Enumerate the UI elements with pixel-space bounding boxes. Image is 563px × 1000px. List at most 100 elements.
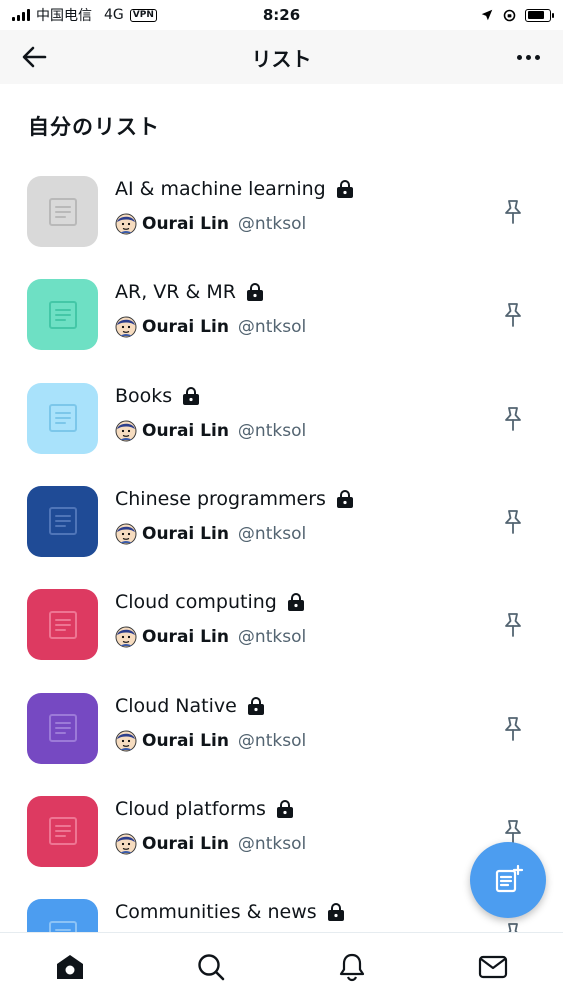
list-document-icon <box>48 300 77 329</box>
vpn-badge: VPN <box>129 8 157 22</box>
owner-handle: @ntksol <box>237 317 307 338</box>
list-document-icon <box>48 714 77 742</box>
app-header: リスト <box>0 30 563 84</box>
lock-icon <box>183 386 200 405</box>
pin-button[interactable] <box>498 507 528 537</box>
network-label: 4G <box>104 7 124 23</box>
lock-icon <box>336 180 353 198</box>
list-item[interactable]: AR, VR & MR Ourai Lin @ntksol <box>0 279 563 382</box>
status-right <box>480 8 554 23</box>
owner-handle: @ntksol <box>237 627 307 648</box>
avatar <box>115 213 137 235</box>
lock-icon <box>246 283 263 302</box>
list-item[interactable]: Chinese programmers Ourai Lin @ntksol <box>0 485 563 589</box>
list-item[interactable]: AI & machine learning Ourai Lin @ntksol <box>0 176 563 279</box>
list-thumbnail <box>27 589 98 661</box>
list-owner-row: Ourai Lin @ntksol <box>115 316 306 338</box>
pin-icon <box>505 716 521 741</box>
avatar <box>115 523 137 545</box>
search-icon <box>198 954 225 981</box>
list-thumbnail <box>27 279 98 351</box>
list-document-icon <box>48 197 77 226</box>
nav-home[interactable] <box>0 933 141 1000</box>
carrier-label: 中国电信 <box>36 8 92 24</box>
owner-handle: @ntksol <box>237 523 307 544</box>
owner-name: Ourai Lin <box>142 627 229 648</box>
bottom-nav <box>0 932 563 1000</box>
orientation-lock-icon <box>503 9 516 21</box>
messages-icon <box>478 955 507 979</box>
avatar <box>115 730 137 751</box>
list-owner-row: Ourai Lin @ntksol <box>115 730 306 752</box>
owner-name: Ourai Lin <box>142 317 229 338</box>
list-document-icon <box>48 507 77 536</box>
list-name-row: Cloud Native <box>115 695 267 717</box>
signal-icon <box>12 9 30 21</box>
list-name: Books <box>115 384 173 407</box>
lock-icon <box>287 593 304 612</box>
list-thumbnail <box>27 382 98 454</box>
pin-icon <box>505 819 521 844</box>
list-name: AI & machine learning <box>115 178 326 200</box>
pin-icon <box>505 509 521 534</box>
list-owner-row: Ourai Lin @ntksol <box>115 626 306 648</box>
pin-button[interactable] <box>498 197 528 227</box>
lock-icon <box>276 799 293 818</box>
status-left: 中国电信 4G VPN <box>12 5 157 25</box>
lock-icon <box>247 696 264 715</box>
owner-handle: @ntksol <box>237 420 307 441</box>
more-button[interactable] <box>511 42 545 72</box>
list-thumbnail <box>27 692 98 764</box>
list-name-row: Cloud platforms <box>115 798 296 820</box>
list-document-icon <box>48 610 77 639</box>
lock-icon <box>336 489 353 508</box>
pin-button[interactable] <box>498 300 528 330</box>
avatar <box>115 420 137 442</box>
list-owner-row: Ourai Lin @ntksol <box>115 420 306 442</box>
pin-button[interactable] <box>498 404 528 434</box>
list-name-row: Communities & news <box>115 901 347 923</box>
page-title: リスト <box>251 46 312 71</box>
list-owner-row: Ourai Lin @ntksol <box>115 523 306 545</box>
list-name-row: AI & machine learning <box>115 178 356 200</box>
list-item[interactable]: Cloud Native Ourai Lin @ntksol <box>0 692 563 796</box>
pin-icon <box>505 200 521 224</box>
list-item[interactable]: Books Ourai Lin @ntksol <box>0 382 563 486</box>
list-name: AR, VR & MR <box>115 281 236 304</box>
nav-messages[interactable] <box>422 933 563 1000</box>
list-name: Cloud Native <box>115 694 237 717</box>
new-list-button[interactable] <box>470 842 546 918</box>
avatar <box>115 833 137 855</box>
nav-notifications[interactable] <box>282 933 423 1000</box>
battery-icon <box>525 8 554 22</box>
list-document-icon <box>48 817 77 846</box>
pin-icon <box>505 303 521 328</box>
pin-icon <box>505 406 521 431</box>
nav-search[interactable] <box>141 933 282 1000</box>
home-icon <box>57 955 84 979</box>
list-item[interactable]: Cloud computing Ourai Lin @ntksol <box>0 589 563 692</box>
owner-handle: @ntksol <box>237 730 307 751</box>
list-document-icon <box>48 404 77 433</box>
more-horizontal-icon <box>516 54 540 60</box>
new-list-icon <box>495 864 524 893</box>
owner-name: Ourai Lin <box>142 214 229 234</box>
avatar <box>115 316 137 338</box>
owner-name: Ourai Lin <box>142 523 229 544</box>
pin-button[interactable] <box>498 610 528 640</box>
arrow-left-icon <box>22 46 47 68</box>
status-bar: 中国电信 4G VPN 8:26 <box>0 0 563 30</box>
list-name-row: Chinese programmers <box>115 488 356 510</box>
pin-icon <box>505 613 521 638</box>
list-name: Communities & news <box>115 901 317 924</box>
back-button[interactable] <box>18 42 50 72</box>
owner-name: Ourai Lin <box>142 833 229 854</box>
list-name: Chinese programmers <box>115 487 326 510</box>
pin-button[interactable] <box>498 714 528 744</box>
list-name-row: AR, VR & MR <box>115 281 266 303</box>
list-thumbnail <box>27 176 98 247</box>
list-thumbnail <box>27 795 98 867</box>
lock-icon <box>327 903 344 922</box>
list-name-row: Books <box>115 385 202 407</box>
avatar <box>115 626 137 648</box>
